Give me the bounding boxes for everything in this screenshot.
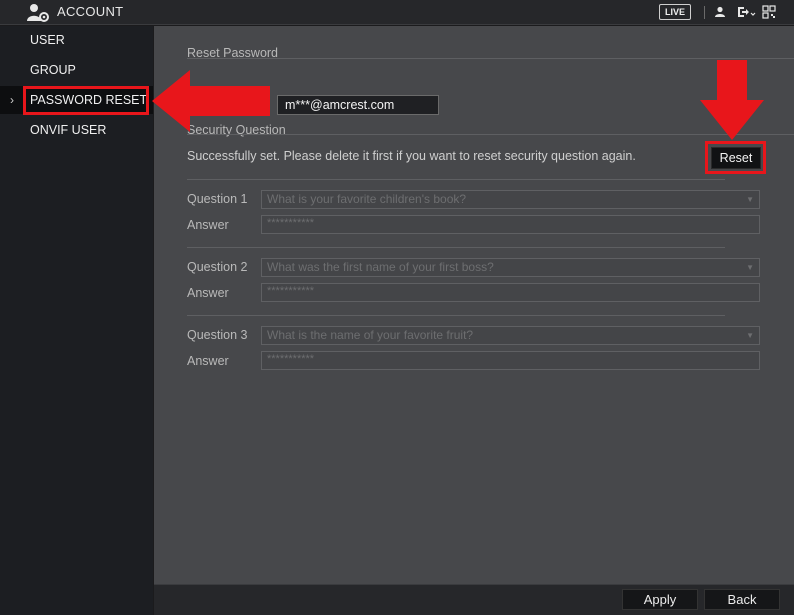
answer-2-label: Answer (187, 286, 229, 300)
question-2-label: Question 2 (187, 260, 248, 274)
logout-icon[interactable] (736, 5, 756, 19)
page-title: ACCOUNT (57, 4, 124, 19)
user-icon[interactable] (713, 5, 727, 19)
email-field[interactable]: m***@amcrest.com (277, 95, 439, 115)
sidebar-item-onvif-user[interactable]: ONVIF USER (0, 116, 153, 144)
sidebar: USER GROUP › PASSWORD RESET ONVIF USER (0, 26, 153, 615)
footer-bar: Apply Back (154, 584, 794, 615)
back-button[interactable]: Back (704, 589, 780, 610)
chevron-down-icon: ▼ (746, 331, 754, 340)
question-3-select[interactable]: What is the name of your favorite fruit?… (261, 326, 760, 345)
divider (187, 315, 725, 316)
sidebar-item-label: USER (30, 33, 65, 47)
highlight-box-reset (705, 141, 766, 174)
toolbar-divider (704, 6, 705, 19)
answer-1-label: Answer (187, 218, 229, 232)
question-1-value: What is your favorite children's book? (267, 192, 467, 206)
arrow-left-icon (152, 70, 270, 132)
sidebar-item-user[interactable]: USER (0, 26, 153, 54)
answer-1-field[interactable]: *********** (261, 215, 760, 234)
sidebar-item-label: ONVIF USER (30, 123, 107, 137)
question-2-value: What was the first name of your first bo… (267, 260, 494, 274)
status-message: Successfully set. Please delete it first… (187, 149, 636, 163)
question-1-label: Question 1 (187, 192, 248, 206)
answer-3-label: Answer (187, 354, 229, 368)
question-3-value: What is the name of your favorite fruit? (267, 328, 474, 342)
qr-code-icon[interactable] (762, 5, 776, 19)
apply-button[interactable]: Apply (622, 589, 698, 610)
live-button[interactable]: LIVE (659, 4, 691, 20)
arrow-down-icon (700, 60, 764, 140)
sidebar-item-label: GROUP (30, 63, 76, 77)
chevron-down-icon: ▼ (746, 195, 754, 204)
question-3-label: Question 3 (187, 328, 248, 342)
account-settings-icon (27, 4, 49, 22)
answer-3-field[interactable]: *********** (261, 351, 760, 370)
divider (187, 58, 794, 59)
question-1-select[interactable]: What is your favorite children's book? ▼ (261, 190, 760, 209)
divider (187, 179, 725, 180)
highlight-box-password-reset (23, 86, 149, 115)
sidebar-item-group[interactable]: GROUP (0, 56, 153, 84)
chevron-down-icon: ▼ (746, 263, 754, 272)
answer-2-field[interactable]: *********** (261, 283, 760, 302)
top-bar: ACCOUNT LIVE (0, 0, 794, 25)
question-2-select[interactable]: What was the first name of your first bo… (261, 258, 760, 277)
divider (187, 247, 725, 248)
chevron-right-icon: › (10, 93, 14, 107)
